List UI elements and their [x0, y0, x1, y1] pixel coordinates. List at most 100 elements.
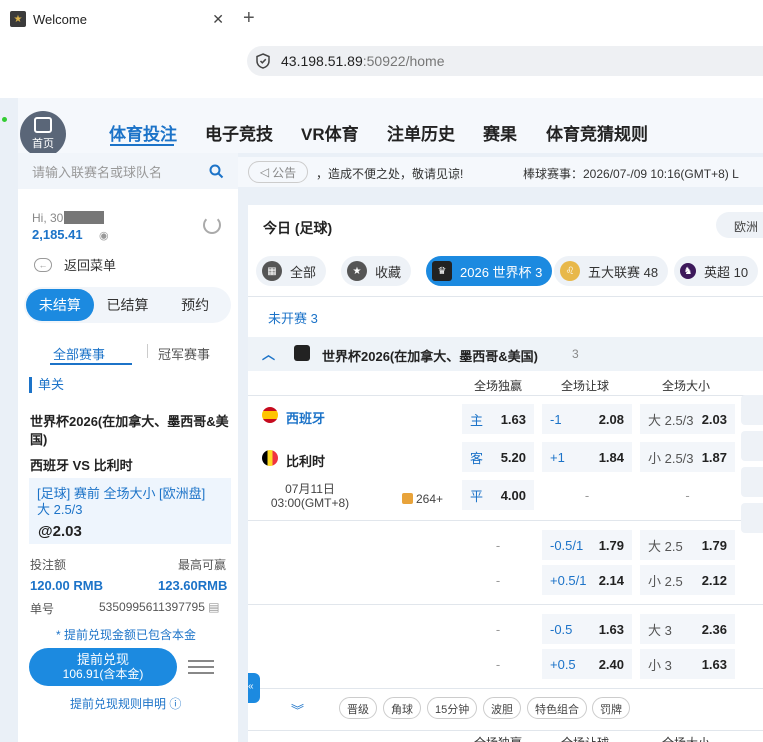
filter-top5-leagues[interactable]: ♌ 五大联赛 48 — [554, 256, 669, 286]
cashout-amount: 106.91(含本金) — [62, 667, 144, 681]
status-dot-icon — [2, 117, 7, 122]
announcement-text: ，造成不便之处，敬请见谅! — [316, 167, 464, 181]
search-icon[interactable] — [209, 164, 224, 179]
chevron-up-icon[interactable]: ︿ — [262, 344, 275, 363]
tag-advance[interactable]: 晋级 — [339, 697, 377, 719]
odds-cell[interactable]: 小 3 1.63 — [640, 649, 735, 679]
browser-tab[interactable]: ★ Welcome ✕ — [10, 4, 232, 34]
copy-icon[interactable]: ▤ — [208, 600, 219, 614]
odds-cell-empty: - — [462, 614, 534, 644]
grid-icon: ▦ — [262, 261, 282, 281]
odds-cell[interactable]: +1 1.84 — [542, 442, 632, 472]
collapse-sidebar-button[interactable]: « — [248, 673, 260, 703]
more-markets[interactable]: 264+ — [402, 492, 443, 506]
odds-cell-empty: - — [462, 649, 534, 679]
tournament-name: 世界杯2026(在加拿大、墨西哥&美国) — [322, 349, 538, 364]
col-handicap: 全场让球 — [561, 379, 610, 393]
announcement-text-2: 棒球赛事：2026/07-/09 10:16(GMT+8) L — [523, 167, 739, 181]
col-over-under: 全场大小 — [662, 379, 711, 393]
odds-cell[interactable]: 主 1.63 — [462, 404, 534, 434]
tag-special[interactable]: 特色组合 — [527, 697, 587, 719]
odds-cell[interactable]: -0.5 1.63 — [542, 614, 632, 644]
nav-sports-betting[interactable]: 体育投注 — [109, 120, 177, 145]
tab-reserved[interactable]: 预约 — [161, 289, 229, 321]
odds-cell[interactable]: +0.5/1 2.14 — [542, 565, 632, 595]
refresh-icon[interactable] — [203, 216, 221, 234]
max-win-value: 123.60RMB — [158, 578, 228, 593]
cashout-rules-link[interactable]: 提前兑现规则申明 ⓘ — [70, 695, 181, 712]
odds-cell[interactable]: 小 2.5 2.12 — [640, 565, 735, 595]
markets-icon — [402, 493, 413, 504]
bet-status-segment: 未结算 已结算 预约 — [24, 287, 231, 323]
tag-15min[interactable]: 15分钟 — [427, 697, 478, 719]
close-tab-icon[interactable]: ✕ — [204, 11, 232, 28]
site-info-icon[interactable] — [255, 53, 271, 69]
nav-esports[interactable]: 电子竞技 — [205, 120, 273, 145]
nav-rules[interactable]: 体育竞猜规则 — [546, 120, 648, 145]
odds-cell[interactable]: 平 4.00 — [462, 480, 534, 510]
upcoming-count[interactable]: 未开赛 3 — [268, 308, 318, 327]
away-team[interactable]: 比利时 — [286, 451, 325, 470]
slider-settings-icon[interactable] — [188, 656, 214, 678]
odds-cell[interactable]: 大 2.5 1.79 — [640, 530, 735, 560]
search-input[interactable]: 请输入联赛名或球队名 — [32, 162, 209, 181]
filter-world-cup[interactable]: ♛ 2026 世界杯 3 — [426, 256, 553, 286]
trophy-icon: ♛ — [432, 261, 452, 281]
eye-icon[interactable]: ◉ — [99, 229, 109, 242]
info-icon: ⓘ — [169, 697, 182, 711]
odds-cell[interactable]: 大 2.5/3 2.03 — [640, 404, 735, 434]
spain-flag-icon — [262, 407, 278, 423]
filter-premier-league[interactable]: ♞ 英超 10 — [674, 256, 759, 286]
side-tab[interactable] — [741, 431, 763, 461]
notice-button[interactable]: ◁ 公告 — [248, 161, 308, 183]
belgium-flag-icon — [262, 450, 278, 466]
nav-bet-history[interactable]: 注单历史 — [387, 120, 455, 145]
bet-type: 单关 — [29, 377, 64, 393]
tag-corners[interactable]: 角球 — [383, 697, 421, 719]
home-button[interactable]: 首页 — [20, 111, 66, 157]
tab-settled[interactable]: 已结算 — [94, 289, 162, 321]
filter-favorites[interactable]: ★ 收藏 — [341, 256, 412, 286]
col-over-under-2: 全场大小 — [662, 734, 710, 742]
world-cup-icon — [294, 345, 310, 361]
col-moneyline: 全场独赢 — [474, 379, 523, 393]
nav-results[interactable]: 赛果 — [483, 120, 517, 145]
cashout-label: 提前兑现 — [76, 652, 129, 667]
max-win-label: 最高可赢 — [178, 558, 227, 572]
home-team[interactable]: 西班牙 — [286, 408, 325, 427]
odds-cell[interactable]: 客 5.20 — [462, 442, 534, 472]
side-tab[interactable] — [741, 503, 763, 533]
nav-active-indicator — [110, 144, 174, 146]
odds-cell[interactable]: -0.5/1 1.79 — [542, 530, 632, 560]
selection-line1: [足球] 赛前 全场大小 [欧洲盘] — [37, 486, 206, 501]
lion-icon: ♌ — [560, 261, 580, 281]
search-box[interactable]: 请输入联赛名或球队名 — [18, 153, 238, 189]
expand-more-icon[interactable]: ︾ — [291, 700, 304, 719]
divider — [248, 395, 763, 396]
bet-match: 西班牙 VS 比利时 — [30, 458, 133, 473]
tab-unsettled[interactable]: 未结算 — [26, 289, 94, 321]
home-icon — [34, 117, 52, 133]
tag-correct-score[interactable]: 波胆 — [483, 697, 521, 719]
tag-cards[interactable]: 罚牌 — [592, 697, 630, 719]
address-bar[interactable]: 43.198.51.89:50922/home — [247, 46, 763, 76]
nav-vr-sports[interactable]: VR体育 — [301, 120, 359, 145]
divider — [248, 730, 763, 731]
odds-format-select[interactable]: 欧洲 — [716, 212, 763, 238]
subtab-outright[interactable]: 冠军赛事 — [158, 344, 210, 363]
odds-cell[interactable]: 小 2.5/3 1.87 — [640, 442, 735, 472]
subtab-all-events[interactable]: 全部赛事 — [53, 344, 105, 363]
bet-odds: @2.03 — [38, 523, 82, 540]
new-tab-icon[interactable]: + — [243, 7, 255, 30]
side-tab[interactable] — [741, 467, 763, 497]
odds-cell[interactable]: 大 3 2.36 — [640, 614, 735, 644]
odds-cell[interactable]: -1 2.08 — [542, 404, 632, 434]
odds-cell[interactable]: +0.5 2.40 — [542, 649, 632, 679]
side-tab[interactable] — [741, 395, 763, 425]
bet-league: 世界杯2026(在加拿大、墨西哥&美国) — [30, 414, 229, 447]
back-menu-button[interactable]: ← 返回菜单 — [34, 255, 116, 274]
premier-league-icon: ♞ — [680, 263, 696, 279]
cashout-button[interactable]: 提前兑现 106.91(含本金) — [29, 648, 177, 686]
filter-all[interactable]: ▦ 全部 — [256, 256, 327, 286]
subtab-divider — [147, 344, 148, 358]
